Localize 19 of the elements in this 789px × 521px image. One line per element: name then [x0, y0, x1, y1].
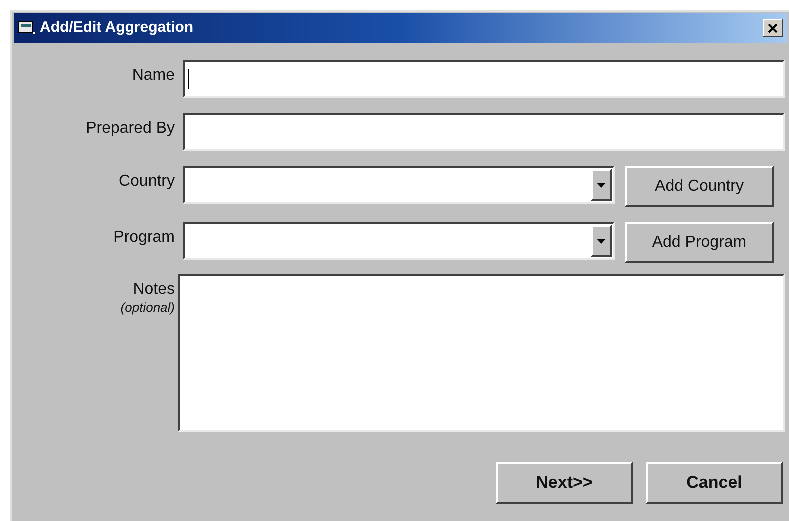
add-button[interactable]: Add Program — [625, 222, 774, 263]
add-button[interactable]: Add Country — [625, 166, 774, 207]
text-field[interactable] — [183, 60, 785, 98]
hint-text: (optional) — [120, 300, 175, 316]
close-icon — [768, 24, 778, 32]
field-label: Country — [118, 172, 175, 192]
field-label: Program — [114, 228, 175, 248]
dialog-button[interactable]: Next>> — [496, 462, 633, 504]
field-label: Name — [132, 66, 175, 86]
window-icon — [18, 21, 36, 35]
field-label: Prepared By — [86, 119, 175, 139]
field-label: Notes — [133, 280, 175, 300]
window-title: Add/Edit Aggregation — [40, 18, 194, 38]
close-button[interactable] — [763, 19, 783, 37]
dropdown-field[interactable] — [183, 222, 615, 260]
dialog-button[interactable]: Cancel — [646, 462, 783, 504]
text-field[interactable] — [183, 113, 785, 151]
dropdown-field[interactable] — [183, 166, 615, 204]
notes-field[interactable] — [178, 274, 785, 432]
